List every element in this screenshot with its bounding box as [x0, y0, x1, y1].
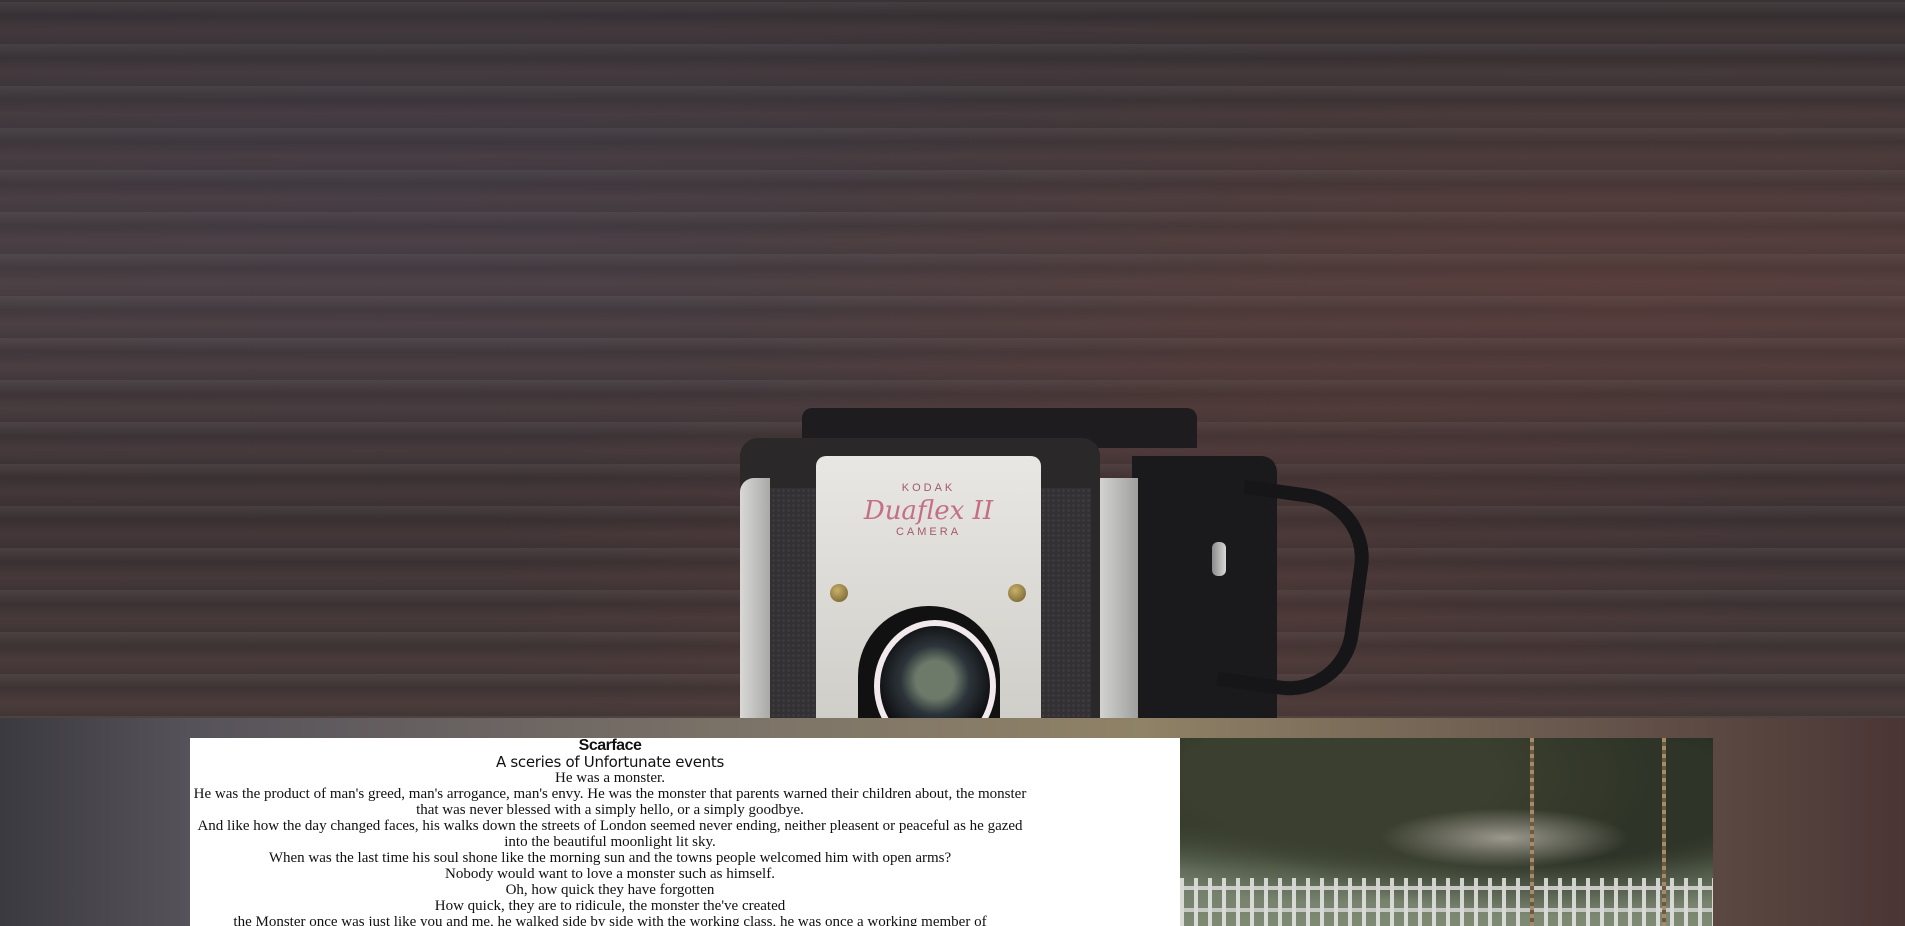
camera-trim-left: [740, 478, 770, 718]
camera-label: CAMERA: [895, 526, 962, 538]
camera-trim-mid: [1100, 478, 1138, 718]
story-text: Scarface A sceries of Unfortunate events…: [190, 738, 1030, 926]
story-line: the Monster once was just like you and m…: [233, 914, 987, 926]
story-line: Oh, how quick they have forgotten: [505, 882, 715, 898]
camera-strap: [1216, 479, 1378, 705]
screw-icon: [830, 584, 848, 602]
story-line: And like how the day changed faces, his …: [197, 818, 1023, 850]
lens-housing: [858, 606, 1000, 718]
story-subtitle: A sceries of Unfortunate events: [495, 753, 724, 771]
swing-rope-right: [1662, 738, 1666, 926]
garden-swing-photo: [1180, 738, 1713, 926]
screw-icon: [1008, 584, 1026, 602]
story-panel: Scarface A sceries of Unfortunate events…: [190, 738, 1180, 926]
story-line: How quick, they are to ridicule, the mon…: [434, 898, 786, 914]
photo-light: [1380, 808, 1630, 868]
camera-model: Duaflex II: [863, 496, 994, 526]
photo-chairs: [1180, 878, 1713, 926]
story-line: Nobody would want to love a monster such…: [445, 866, 775, 882]
story-title: Scarface: [578, 738, 642, 754]
story-line: He was the product of man's greed, man's…: [193, 786, 1027, 818]
lens-icon: [874, 620, 996, 718]
camera-faceplate: KODAK Duaflex II CAMERA: [816, 456, 1041, 718]
camera-knob: [1212, 542, 1226, 576]
camera-image: KODAK Duaflex II CAMERA: [740, 408, 1380, 718]
hero-banner: KODAK Duaflex II CAMERA: [0, 2, 1905, 718]
camera-brand: KODAK: [901, 482, 956, 494]
story-line: He was a monster.: [555, 770, 665, 786]
swing-rope-left: [1530, 738, 1534, 926]
story-line: When was the last time his soul shone li…: [268, 850, 952, 866]
